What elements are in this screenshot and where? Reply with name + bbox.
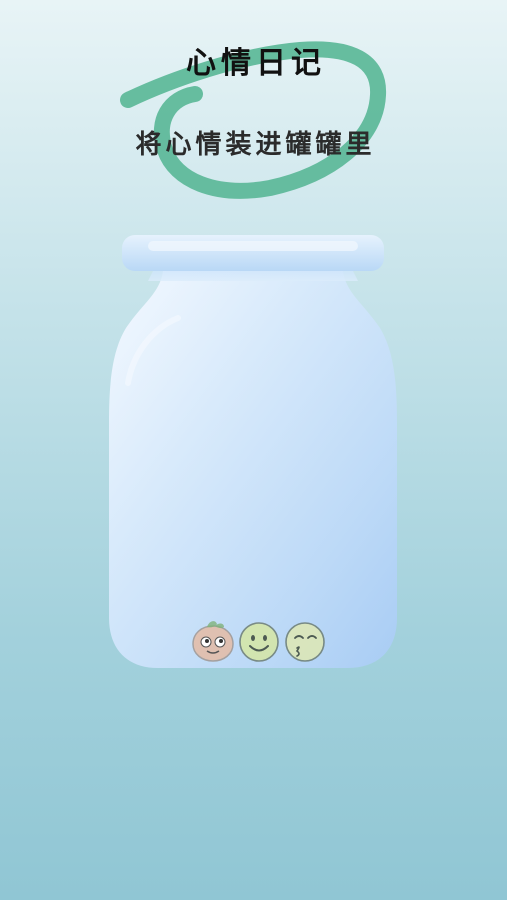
mood-item[interactable] — [283, 618, 327, 662]
page-subtitle: 将心情装进罐罐里 — [135, 130, 376, 160]
header: 心情日记 将心情装进罐罐里 — [0, 0, 507, 210]
orange-face-icon — [192, 621, 234, 662]
jar-shape — [109, 235, 397, 668]
mood-item[interactable] — [191, 618, 235, 662]
smiley-face-icon — [239, 622, 279, 662]
mood-list — [191, 618, 331, 666]
mood-item[interactable] — [237, 618, 281, 662]
mood-jar[interactable] — [108, 233, 398, 670]
page-title: 心情日记 — [186, 46, 326, 81]
kissing-face-icon — [285, 622, 325, 662]
hand-drawn-circle-decoration — [120, 41, 387, 199]
